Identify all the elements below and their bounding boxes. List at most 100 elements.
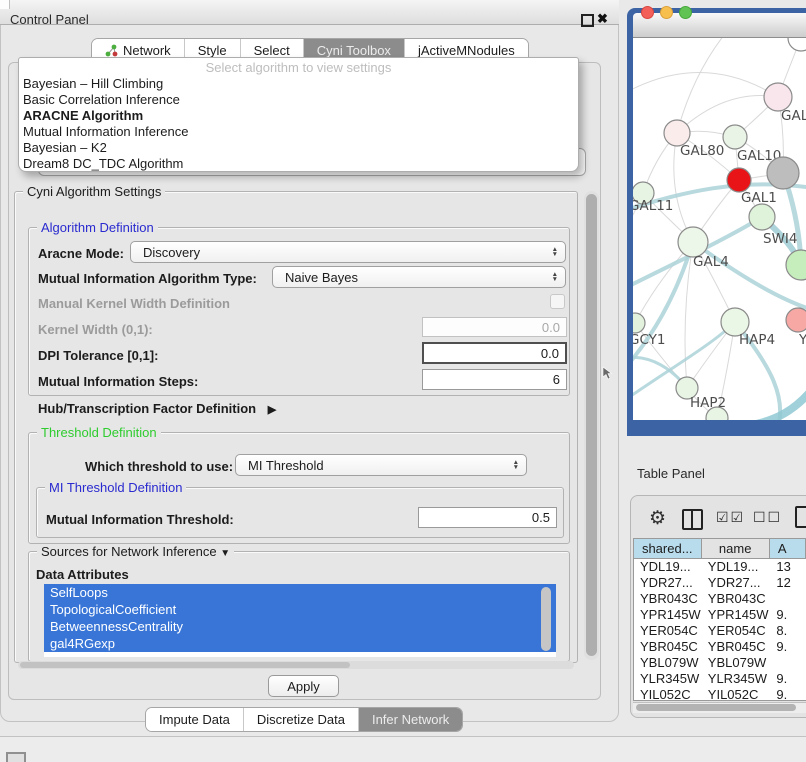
table-cell[interactable]: 9. [770,639,806,655]
network-node-gcy1[interactable] [633,313,645,333]
dropdown-item-bayesian-hill-climbing[interactable]: Bayesian – Hill Climbing [19,76,578,92]
settings-hscrollbar[interactable] [18,661,574,669]
table-cell[interactable]: 12 [770,575,806,591]
table-cell[interactable]: YBR043C [702,591,771,607]
cyni-tab-infer-network-label: Infer Network [372,712,449,727]
attribute-item-selfloops[interactable]: SelfLoops [44,584,556,601]
table-cell[interactable]: YDL19... [634,559,702,575]
table-cell[interactable]: YBR043C [634,591,702,607]
close-icon[interactable]: ✖ [597,11,608,27]
table-cell[interactable]: 13 [770,559,806,575]
network-node-label: Y [798,332,806,348]
mi-steps-field[interactable]: 6 [422,369,567,390]
settings-vscroll-thumb[interactable] [586,194,597,656]
cyni-settings-title: Cyni Algorithm Settings [23,184,165,199]
table-row[interactable]: YDL19...YDL19...13 [634,559,806,575]
gear-icon[interactable]: ⚙ [649,507,666,530]
network-node-gal4[interactable] [678,227,708,257]
sources-toggle[interactable]: Sources for Network Inference ▼ [37,544,234,559]
cyni-tab-discretize-data[interactable]: Discretize Data [244,708,359,731]
column-header-shared[interactable]: shared... [634,539,702,559]
control-panel-titlebar[interactable] [0,0,619,25]
settings-hscroll-thumb[interactable] [20,662,350,668]
network-node[interactable] [786,250,806,280]
table-cell[interactable]: YDR27... [702,575,771,591]
table-hscroll-thumb[interactable] [636,704,796,711]
network-node-gal1[interactable] [727,168,751,192]
show-columns-icon[interactable] [682,509,703,530]
hub-section-toggle[interactable]: Hub/Transcription Factor Definition ▶ [38,401,276,416]
table-cell[interactable] [770,655,806,671]
table-cell[interactable]: 9. [770,671,806,687]
attribute-item-betweennesscentrality[interactable]: BetweennessCentrality [44,618,556,635]
table-cell[interactable]: YBR045C [634,639,702,655]
cyni-tab-impute-data[interactable]: Impute Data [146,708,244,731]
manual-kernel-checkbox[interactable] [550,294,565,309]
table-cell[interactable]: 9. [770,607,806,623]
which-threshold-combo[interactable]: MI Threshold ▲▼ [235,454,527,476]
column-header-a[interactable]: A [770,539,806,559]
mi-type-combo[interactable]: Naive Bayes ▲▼ [272,266,566,288]
dropdown-item-aracne-algorithm[interactable]: ARACNE Algorithm [19,108,578,124]
mi-threshold-field[interactable]: 0.5 [418,507,557,528]
table-row[interactable]: YER054CYER054C8. [634,623,806,639]
minimize-traffic-light[interactable] [660,6,673,19]
table-cell[interactable]: YER054C [702,623,771,639]
table-cell[interactable]: YLR345W [634,671,702,687]
table-row[interactable]: YIL052CYIL052C9. [634,687,806,701]
table-cell[interactable]: YPR145W [702,607,771,623]
aracne-mode-combo[interactable]: Discovery ▲▼ [130,241,566,263]
table-cell[interactable]: YPR145W [634,607,702,623]
table-row[interactable]: YDR27...YDR27...12 [634,575,806,591]
dpi-tolerance-field[interactable]: 0.0 [422,342,567,364]
table-cell[interactable]: YER054C [634,623,702,639]
network-node-gal10[interactable] [723,125,747,149]
kernel-width-field[interactable]: 0.0 [422,317,567,337]
network-node[interactable] [767,157,799,189]
table-row[interactable]: YLR345WYLR345W9. [634,671,806,687]
dropdown-item-mutual-information-inference[interactable]: Mutual Information Inference [19,124,578,140]
attr-list-scroll-thumb[interactable] [541,587,551,651]
table-hscrollbar[interactable] [633,702,806,713]
table-row[interactable]: YBR043CYBR043C [634,591,806,607]
table-row[interactable]: YBR045CYBR045C9. [634,639,806,655]
select-all-checkboxes-icon[interactable]: ☑☑ [716,509,745,526]
settings-vscrollbar[interactable] [584,191,599,660]
network-window-titlebar[interactable] [633,13,806,38]
dropdown-item-basic-correlation-inference[interactable]: Basic Correlation Inference [19,92,578,108]
column-header-name[interactable]: name [702,539,770,559]
dropdown-item-bayesian-k2[interactable]: Bayesian – K2 [19,140,578,156]
mi-threshold-label: Mutual Information Threshold: [46,512,234,527]
table-cell[interactable]: 9. [770,687,806,701]
attribute-item-topologicalcoefficient[interactable]: TopologicalCoefficient [44,601,556,618]
table-cell[interactable]: YDL19... [702,559,771,575]
network-node[interactable] [788,38,806,51]
cyni-tab-infer-network[interactable]: Infer Network [359,708,462,731]
table-cell[interactable]: 8. [770,623,806,639]
network-node-label: GAL4 [693,254,729,270]
table-cell[interactable]: YBR045C [702,639,771,655]
network-node-swi4[interactable] [749,204,775,230]
table-cell[interactable]: YBL079W [634,655,702,671]
network-node-gal[interactable] [764,83,792,111]
clear-checkboxes-icon[interactable]: ☐☐ [753,509,782,526]
table-cell[interactable] [770,591,806,607]
zoom-traffic-light[interactable] [679,6,692,19]
dropdown-item-dream8-dc-tdc-algorithm[interactable]: Dream8 DC_TDC Algorithm [19,156,578,172]
float-window-icon[interactable] [581,14,594,27]
network-canvas[interactable]: GALGAL80GAL10GAL1SWI4GAL11GAL4GCY1HAP4YH… [633,38,806,420]
attribute-item-gal4rgexp[interactable]: gal4RGexp [44,635,556,652]
table-cell[interactable]: YIL052C [702,687,771,701]
table-cell[interactable]: YBL079W [702,655,771,671]
table-cell[interactable]: YDR27... [634,575,702,591]
sources-title: Sources for Network Inference [41,544,217,559]
close-traffic-light[interactable] [641,6,654,19]
table-row[interactable]: YPR145WYPR145W9. [634,607,806,623]
table-cell[interactable]: YLR345W [702,671,771,687]
table-cell[interactable]: YIL052C [634,687,702,701]
table-row[interactable]: YBL079WYBL079W [634,655,806,671]
export-table-icon[interactable] [795,506,806,528]
partial-corner-button[interactable] [6,752,26,762]
network-node-y[interactable] [786,308,806,332]
apply-button[interactable]: Apply [268,675,339,697]
